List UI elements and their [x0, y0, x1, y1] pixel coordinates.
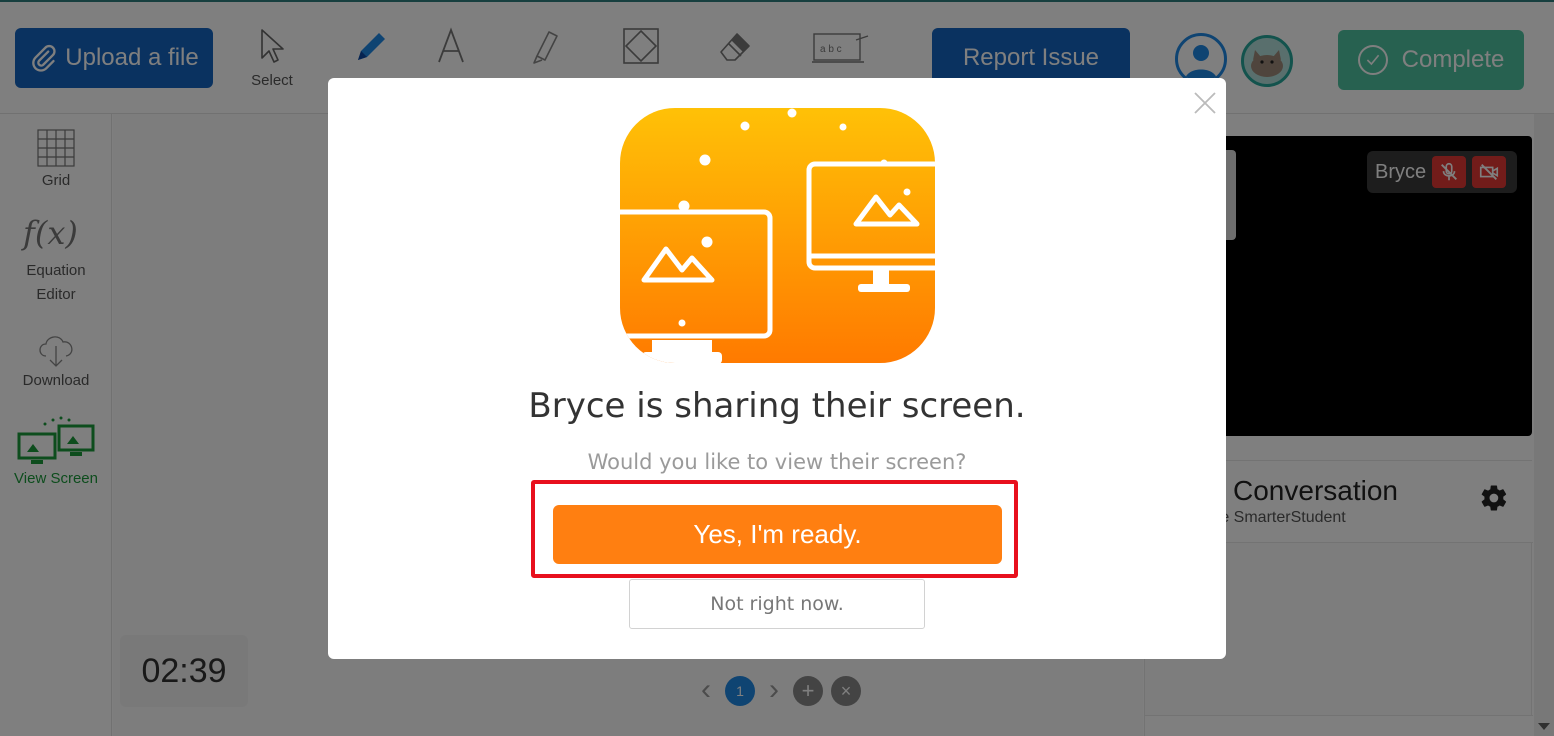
- screen-share-modal: Bryce is sharing their screen. Would you…: [328, 78, 1226, 659]
- screen-share-illustration: [620, 108, 935, 363]
- modal-title: Bryce is sharing their screen.: [528, 386, 1026, 426]
- decline-view-button[interactable]: Not right now.: [629, 579, 925, 629]
- modal-subtitle: Would you like to view their screen?: [587, 450, 967, 474]
- confirm-view-button[interactable]: Yes, I'm ready.: [553, 505, 1002, 564]
- close-icon[interactable]: [1192, 90, 1218, 116]
